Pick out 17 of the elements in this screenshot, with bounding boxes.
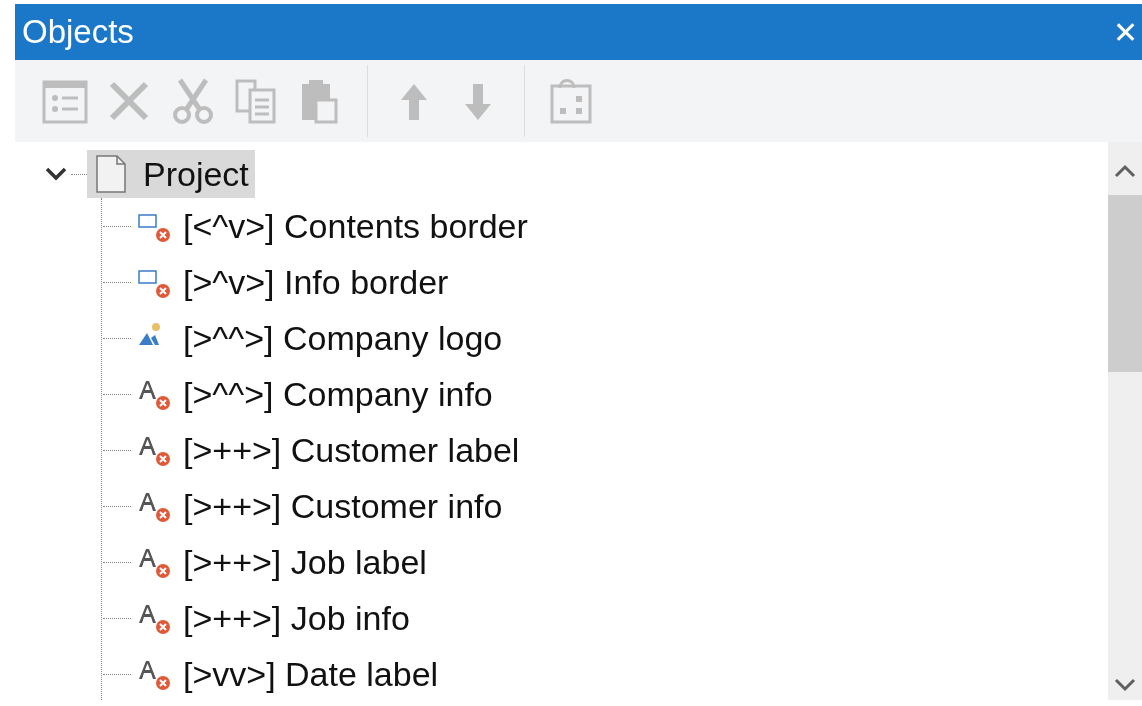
tree-item[interactable]: [>vv>] Date label bbox=[137, 650, 445, 698]
tree-item[interactable]: [>++>] Job info bbox=[137, 594, 416, 642]
tree-item[interactable]: [>^^>] Company logo bbox=[137, 314, 509, 362]
tree-item[interactable]: [>++>] Customer info bbox=[137, 482, 509, 530]
close-button[interactable]: ✕ bbox=[1108, 4, 1142, 60]
window-title: Objects bbox=[22, 12, 134, 53]
scrollbar-thumb[interactable] bbox=[1108, 195, 1142, 372]
tree-item[interactable]: [>^^>] Company info bbox=[137, 370, 499, 418]
tree-item[interactable]: [>^v>] Info border bbox=[137, 258, 455, 306]
document-icon bbox=[95, 155, 127, 193]
scroll-down-icon[interactable] bbox=[1114, 678, 1136, 692]
tree-item[interactable]: [>++>] Job label bbox=[137, 538, 433, 586]
tree-item[interactable]: Project bbox=[87, 150, 255, 198]
tree-item[interactable]: [>++>] Customer label bbox=[137, 426, 526, 474]
tree-item[interactable]: [<^v>] Contents border bbox=[137, 202, 534, 250]
scrollbar[interactable] bbox=[1108, 142, 1142, 700]
scroll-up-icon[interactable] bbox=[1114, 164, 1136, 178]
